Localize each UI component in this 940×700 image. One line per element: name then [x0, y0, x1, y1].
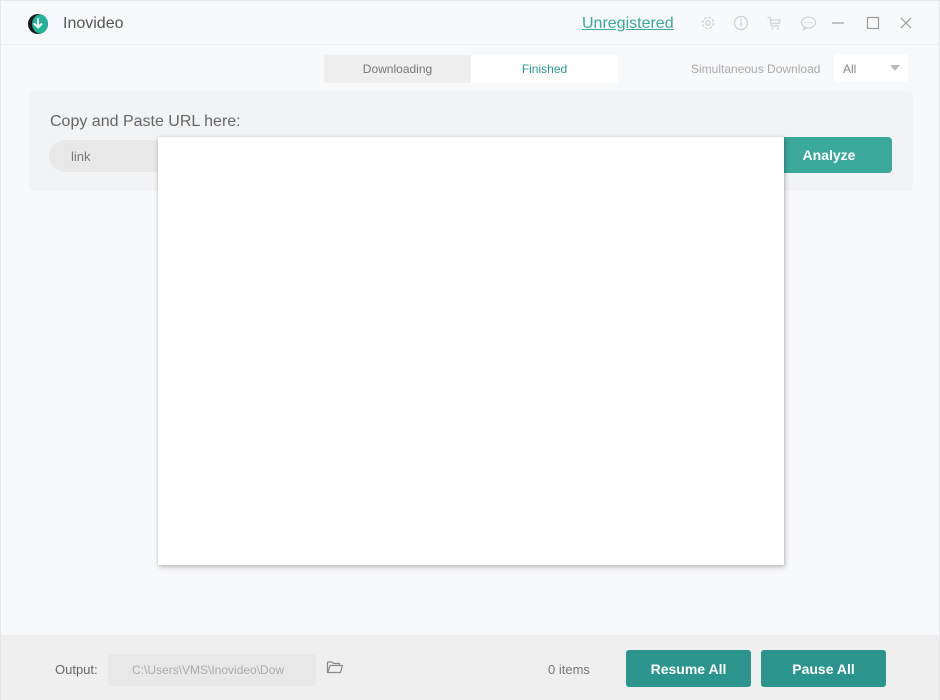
app-title: Inovideo: [63, 15, 124, 32]
download-tabs: Downloading Finished: [324, 55, 618, 83]
pause-all-button[interactable]: Pause All: [761, 650, 886, 687]
output-label: Output:: [55, 662, 98, 677]
minimize-icon[interactable]: [828, 13, 848, 33]
tab-finished[interactable]: Finished: [471, 55, 618, 83]
title-bar: Inovideo Unregistered: [1, 1, 939, 45]
info-icon[interactable]: [731, 13, 751, 33]
analyze-button[interactable]: Analyze: [766, 137, 892, 173]
unregistered-link[interactable]: Unregistered: [582, 15, 674, 33]
url-label: Copy and Paste URL here:: [50, 113, 241, 130]
close-icon[interactable]: [896, 13, 916, 33]
simultaneous-download-label: Simultaneous Download: [691, 62, 821, 76]
tab-downloading[interactable]: Downloading: [324, 55, 471, 83]
items-count: 0 items: [548, 662, 590, 677]
settings-icon[interactable]: [698, 13, 718, 33]
folder-icon[interactable]: [326, 659, 344, 680]
app-window: Inovideo Unregistered Downloading Finish…: [0, 0, 940, 700]
output-path-field[interactable]: C:\Users\VMS\Inovideo\Dow: [108, 654, 316, 686]
blank-popup-window[interactable]: [158, 137, 784, 565]
maximize-icon[interactable]: [863, 13, 883, 33]
feedback-icon[interactable]: [798, 13, 818, 33]
app-logo-icon: [28, 14, 48, 34]
cart-icon[interactable]: [764, 13, 784, 33]
simultaneous-download-select[interactable]: All: [834, 54, 908, 82]
simultaneous-download-value: All: [843, 62, 857, 76]
footer-bar: Output: C:\Users\VMS\Inovideo\Dow 0 item…: [1, 635, 939, 700]
dropdown-arrow-icon: [890, 65, 900, 71]
resume-all-button[interactable]: Resume All: [626, 650, 751, 687]
